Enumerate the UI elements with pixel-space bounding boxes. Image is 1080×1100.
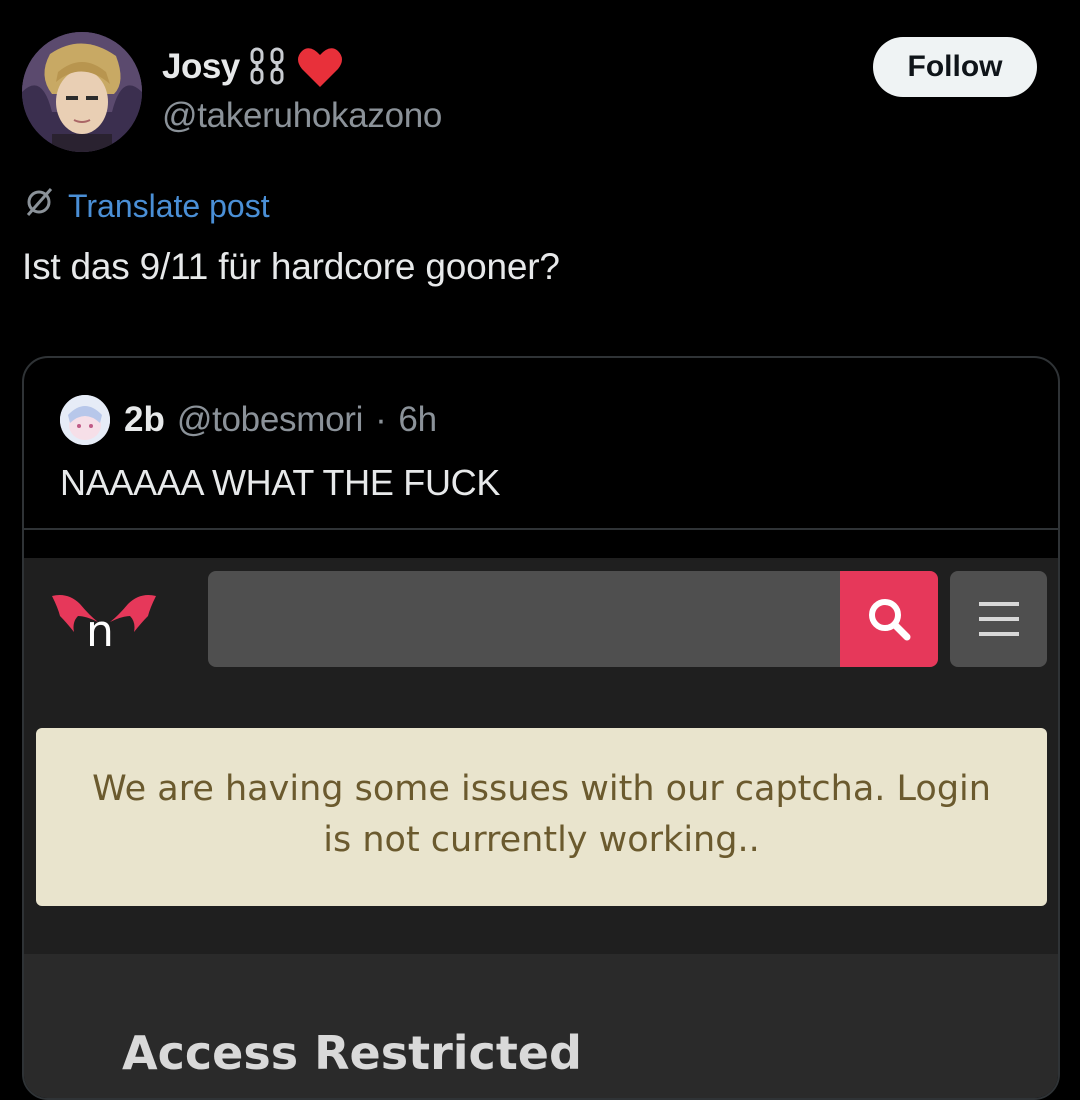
- follow-button[interactable]: Follow: [873, 37, 1037, 97]
- bat-wing-logo-icon: n: [52, 595, 156, 657]
- author-name-text: Josy: [162, 47, 240, 86]
- site-logo-letter: n: [86, 606, 114, 652]
- translate-icon: [22, 185, 56, 227]
- author-handle[interactable]: @takeruhokazono: [162, 96, 442, 136]
- quoted-post-divider: [24, 528, 1058, 530]
- embedded-site-screenshot: n We are having some issues with our cap…: [24, 558, 1058, 1098]
- quoted-post-text: NAAAAA WHAT THE FUCK: [60, 462, 501, 503]
- quoted-author-handle: @tobesmori: [176, 400, 364, 439]
- quoted-author-name: 2b: [124, 400, 165, 439]
- red-heart-icon: [296, 45, 344, 89]
- quoted-avatar-image: [60, 395, 110, 445]
- avatar-image: [22, 32, 142, 152]
- site-content-panel: Access Restricted: [24, 954, 1058, 1098]
- chain-icon: [246, 45, 290, 89]
- author-display-name[interactable]: Josy: [162, 44, 344, 90]
- site-navbar: n: [24, 558, 1058, 678]
- quoted-post-card[interactable]: 2b @tobesmori · 6h NAAAAA WHAT THE FUCK …: [22, 356, 1060, 1100]
- translate-label: Translate post: [68, 187, 270, 224]
- search-icon: [869, 599, 911, 641]
- access-restricted-heading: Access Restricted: [122, 1026, 582, 1080]
- quoted-timestamp: 6h: [398, 400, 437, 439]
- site-logo[interactable]: n: [46, 586, 162, 657]
- hamburger-menu-icon: [978, 602, 1019, 636]
- site-search-input[interactable]: [208, 571, 840, 667]
- quoted-author-avatar[interactable]: [60, 395, 110, 445]
- translate-post-link[interactable]: Translate post: [22, 186, 270, 226]
- post-text: Ist das 9/11 für hardcore gooner?: [22, 246, 560, 287]
- quoted-meta-separator: ·: [375, 400, 387, 439]
- quoted-post-header: 2b @tobesmori · 6h: [60, 394, 437, 446]
- site-search-button[interactable]: [840, 571, 938, 667]
- captcha-notice-banner: We are having some issues with our captc…: [36, 728, 1047, 906]
- site-menu-button[interactable]: [950, 571, 1047, 667]
- author-avatar[interactable]: [22, 32, 142, 152]
